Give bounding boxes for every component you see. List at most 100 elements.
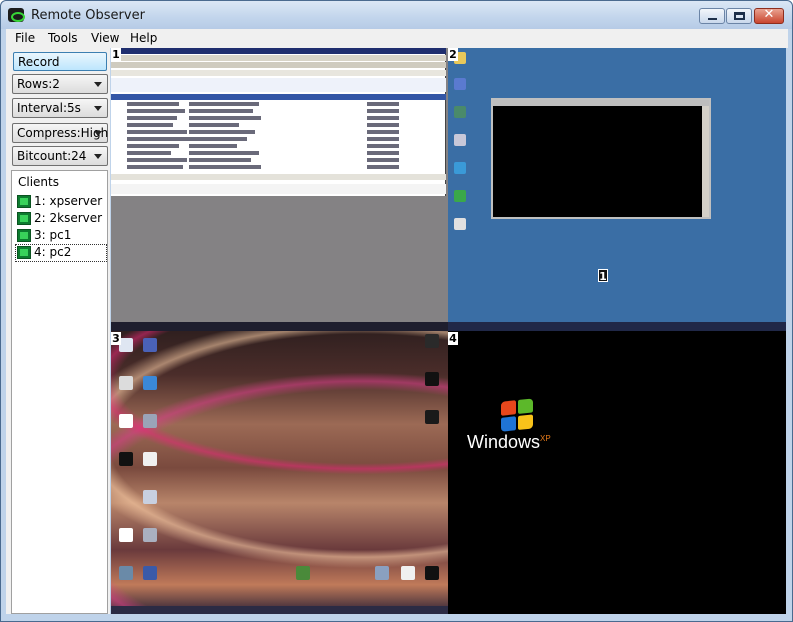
- client-label: 1: xpserver: [34, 194, 103, 208]
- mail-row: [117, 144, 439, 149]
- console-scrollbar[interactable]: [702, 106, 709, 217]
- mail-row: [117, 123, 439, 128]
- mail-row: [117, 109, 439, 114]
- console-title-bar: [493, 100, 709, 106]
- document-icon: [143, 452, 157, 466]
- close-icon: ✕: [763, 7, 775, 22]
- shortcut-icon: [454, 218, 466, 230]
- sidebar: Record Rows:2 Interval:5s Compress:High …: [6, 48, 110, 614]
- document-icon: [119, 528, 133, 542]
- browser-address-bar: [111, 70, 446, 76]
- recycle-bin-icon: [454, 134, 466, 146]
- eye-icon: [8, 8, 25, 22]
- mail-row: [117, 130, 439, 135]
- computer-icon: [119, 338, 133, 352]
- close-button[interactable]: ✕: [754, 7, 784, 24]
- monitor-icon: [17, 212, 31, 225]
- interval-select[interactable]: Interval:5s: [12, 98, 108, 118]
- app-window: Remote Observer ✕ File Tools View Help R…: [0, 0, 793, 622]
- console-window[interactable]: [491, 98, 711, 219]
- mail-row: [117, 151, 439, 156]
- shortcut-icon: [401, 566, 415, 580]
- logo-red: [501, 400, 516, 416]
- title-bar[interactable]: Remote Observer ✕: [1, 1, 792, 29]
- program-icon: [143, 490, 157, 504]
- mail-row: [117, 165, 439, 170]
- chevron-down-icon: [94, 82, 102, 87]
- brand-text: Windows: [467, 432, 541, 452]
- client-item[interactable]: 2: 2kserver: [16, 211, 106, 227]
- bitcount-select[interactable]: Bitcount:24: [12, 146, 108, 166]
- settings-icon: [143, 528, 157, 542]
- screen-pc1[interactable]: 3: [111, 322, 448, 614]
- network-icon: [454, 106, 466, 118]
- clients-list: Clients 1: xpserver 2: 2kserver 3: pc1 4…: [11, 170, 108, 614]
- menu-view[interactable]: View: [91, 31, 119, 45]
- logo-blue: [501, 416, 516, 432]
- mail-footer: [111, 174, 446, 180]
- app-icon: [296, 566, 310, 580]
- bitcount-value: Bitcount:24: [17, 149, 87, 163]
- screen-number: 3: [111, 332, 121, 345]
- mail-row: [117, 137, 439, 142]
- console-icon: [425, 410, 439, 424]
- menu-file[interactable]: File: [15, 31, 35, 45]
- computer-icon: [454, 78, 466, 90]
- minimize-icon: [708, 18, 717, 20]
- internet-explorer-icon: [454, 162, 466, 174]
- console-icon: [425, 372, 439, 386]
- logo-yellow: [518, 414, 533, 430]
- browser-window: [111, 48, 446, 196]
- mail-row: [117, 116, 439, 121]
- recycle-bin-icon: [119, 376, 133, 390]
- internet-explorer-icon: [143, 376, 157, 390]
- taskbar-bottom: [111, 606, 448, 614]
- maximize-button[interactable]: [726, 8, 752, 24]
- browser-title-bar: [111, 48, 446, 54]
- client-item[interactable]: 4: pc2: [15, 244, 107, 262]
- rows-select[interactable]: Rows:2: [12, 74, 108, 94]
- mail-header-row: [111, 94, 446, 100]
- menu-tools[interactable]: Tools: [48, 31, 78, 45]
- computer-icon: [119, 566, 133, 580]
- console-icon: [119, 452, 133, 466]
- console-icon: [425, 566, 439, 580]
- network-icon: [143, 566, 157, 580]
- monitor-icon: [17, 195, 31, 208]
- client-item[interactable]: 1: xpserver: [16, 194, 106, 210]
- menu-bar: File Tools View Help: [6, 29, 788, 48]
- screen-pc2[interactable]: WindowsXP 4: [448, 322, 786, 614]
- interval-value: Interval:5s: [17, 101, 81, 115]
- document-icon: [119, 414, 133, 428]
- screen-xpserver[interactable]: 1: [111, 48, 448, 322]
- rows-value: Rows:2: [17, 77, 60, 91]
- chevron-down-icon: [94, 154, 102, 159]
- screens-grid: 1 1 2 3 WindowsXP 4: [111, 48, 786, 614]
- compress-select[interactable]: Compress:High: [12, 123, 108, 143]
- windows-logo-icon: [501, 398, 535, 434]
- record-button[interactable]: Record: [13, 52, 107, 71]
- network-icon: [143, 338, 157, 352]
- logo-green: [518, 398, 533, 414]
- windows-brand: WindowsXP: [467, 432, 551, 453]
- screen-2kserver[interactable]: 1 2: [448, 48, 786, 322]
- chevron-down-icon: [94, 106, 102, 111]
- quota-bar: [111, 184, 446, 194]
- app-icon: [454, 190, 466, 202]
- client-item[interactable]: 3: pc1: [16, 228, 106, 244]
- window-title: Remote Observer: [31, 8, 145, 23]
- screen-number: 2: [448, 48, 458, 61]
- program-icon: [425, 334, 439, 348]
- mail-row: [117, 102, 439, 107]
- monitor-icon: [17, 246, 31, 259]
- maximize-icon: [734, 12, 745, 20]
- display-badge: 1: [598, 269, 608, 283]
- menu-help[interactable]: Help: [130, 31, 157, 45]
- taskbar-top: [448, 322, 786, 331]
- client-label: 3: pc1: [34, 228, 72, 242]
- screen-number: 4: [448, 332, 458, 345]
- minimize-button[interactable]: [699, 8, 725, 24]
- webmail-toolbar: [111, 78, 446, 92]
- monitor-icon: [17, 229, 31, 242]
- taskbar-top: [111, 322, 448, 331]
